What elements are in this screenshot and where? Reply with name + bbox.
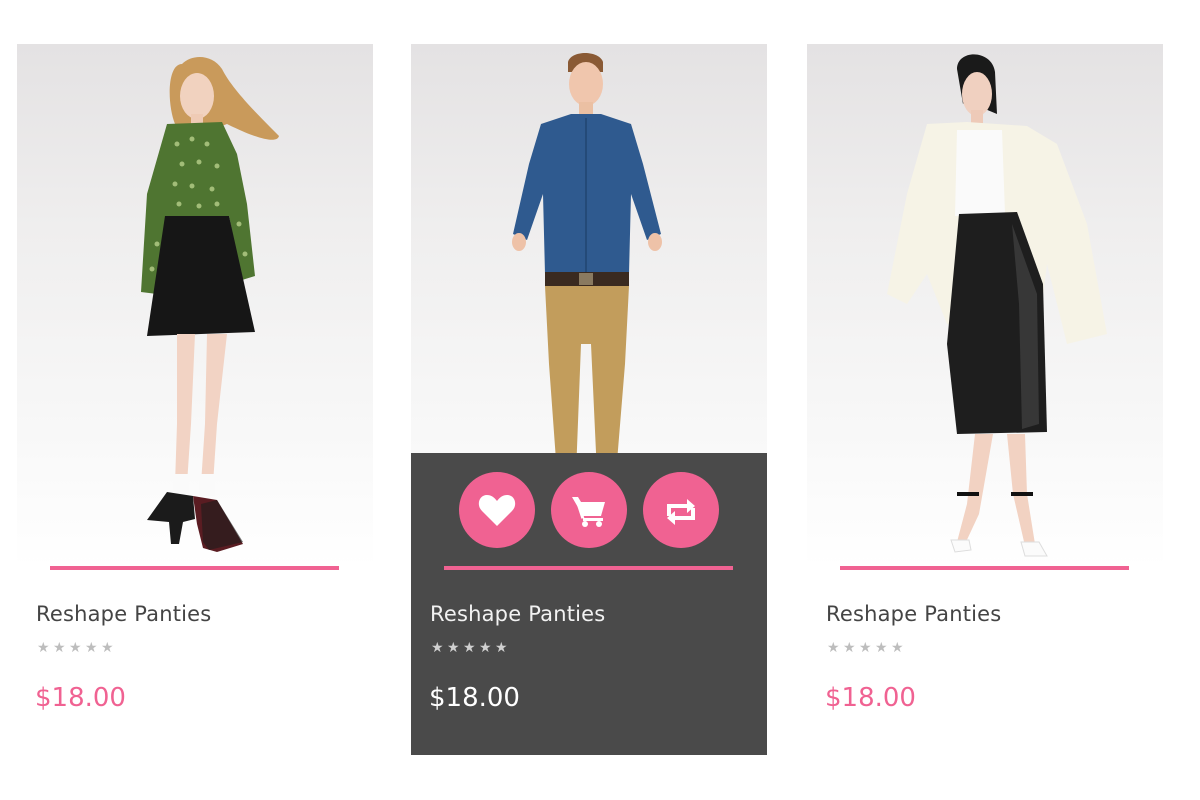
product-info: Reshape Panties ★ ★ ★ ★ ★ $18.00	[411, 453, 767, 755]
product-price: $18.00	[825, 683, 916, 713]
accent-underline	[444, 566, 733, 570]
product-image[interactable]	[807, 44, 1163, 568]
compare-button[interactable]	[643, 472, 719, 548]
heart-icon	[478, 495, 516, 526]
wishlist-button[interactable]	[459, 472, 535, 548]
star-icon: ★	[875, 640, 888, 656]
product-price: $18.00	[429, 683, 520, 713]
star-icon: ★	[101, 640, 114, 656]
cart-icon	[572, 496, 605, 527]
star-icon: ★	[843, 640, 856, 656]
product-card[interactable]: Reshape Panties ★ ★ ★ ★ ★ $18.00	[17, 44, 373, 755]
product-info: Reshape Panties ★ ★ ★ ★ ★ $18.00	[807, 570, 1163, 755]
product-card[interactable]: Reshape Panties ★ ★ ★ ★ ★ $18.00	[807, 44, 1163, 755]
star-icon: ★	[447, 640, 460, 656]
star-icon: ★	[827, 640, 840, 656]
star-icon: ★	[859, 640, 872, 656]
product-grid: Reshape Panties ★ ★ ★ ★ ★ $18.00 Reshape…	[0, 0, 1200, 800]
compare-arrows-icon	[667, 499, 695, 525]
star-icon: ★	[37, 640, 50, 656]
star-icon: ★	[891, 640, 904, 656]
rating-stars: ★ ★ ★ ★ ★	[37, 641, 115, 655]
product-title[interactable]: Reshape Panties	[826, 602, 1001, 626]
rating-stars: ★ ★ ★ ★ ★	[431, 641, 509, 655]
add-to-cart-button[interactable]	[551, 472, 627, 548]
rating-stars: ★ ★ ★ ★ ★	[827, 641, 905, 655]
product-title[interactable]: Reshape Panties	[430, 602, 605, 626]
product-actions	[459, 472, 719, 548]
star-icon: ★	[495, 640, 508, 656]
product-price: $18.00	[35, 683, 126, 713]
product-info: Reshape Panties ★ ★ ★ ★ ★ $18.00	[17, 570, 373, 755]
product-card-hovered[interactable]: Reshape Panties ★ ★ ★ ★ ★ $18.00	[411, 44, 767, 755]
star-icon: ★	[479, 640, 492, 656]
product-title[interactable]: Reshape Panties	[36, 602, 211, 626]
star-icon: ★	[463, 640, 476, 656]
star-icon: ★	[431, 640, 444, 656]
star-icon: ★	[85, 640, 98, 656]
product-image[interactable]	[17, 44, 373, 568]
star-icon: ★	[69, 640, 82, 656]
star-icon: ★	[53, 640, 66, 656]
